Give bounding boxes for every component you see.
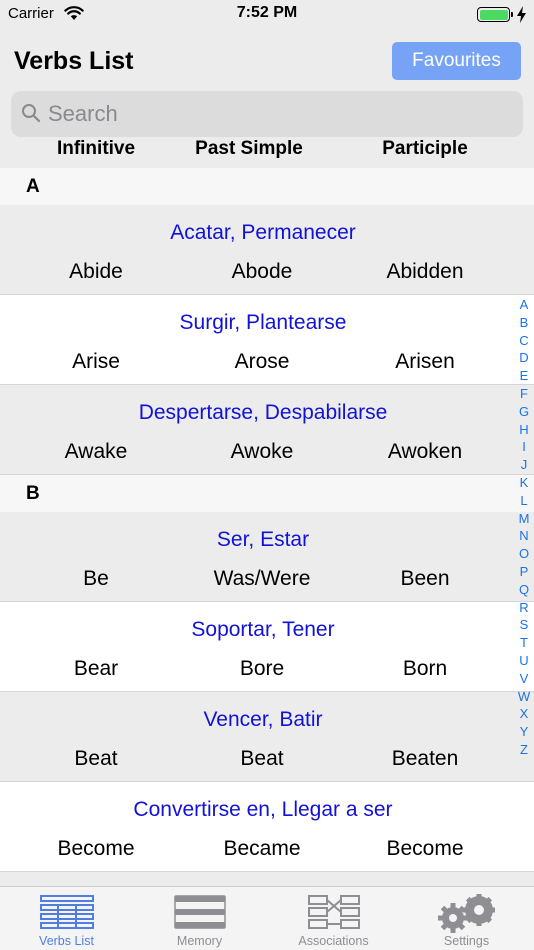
status-bar: Carrier 7:52 PM bbox=[0, 0, 534, 30]
battery-icon bbox=[477, 7, 513, 22]
tab-label: Verbs List bbox=[39, 934, 94, 948]
verb-participle: Awoken bbox=[387, 440, 463, 463]
section-index-letter[interactable]: S bbox=[513, 616, 534, 634]
associations-icon bbox=[267, 894, 400, 930]
memory-icon bbox=[133, 894, 266, 930]
verb-participle: Abidden bbox=[386, 260, 464, 283]
section-index-letter[interactable]: F bbox=[513, 385, 534, 403]
tab-verbs-list[interactable]: Verbs List bbox=[0, 887, 133, 950]
search-input[interactable]: Search bbox=[48, 101, 118, 127]
section-index-letter[interactable]: D bbox=[513, 349, 534, 367]
gears-icon bbox=[400, 894, 533, 934]
section-index-letter[interactable]: H bbox=[513, 421, 534, 439]
verb-row[interactable]: Despertarse, Despabilarse Awake Awoke Aw… bbox=[0, 385, 534, 475]
verb-meaning: Acatar, Permanecer bbox=[170, 221, 356, 244]
section-index-letter[interactable]: K bbox=[513, 474, 534, 492]
section-index-letter[interactable]: J bbox=[513, 456, 534, 474]
section-index-letter[interactable]: T bbox=[513, 634, 534, 652]
section-index-letter[interactable]: Y bbox=[513, 723, 534, 741]
verb-row[interactable]: Ser, Estar Be Was/Were Been bbox=[0, 512, 534, 602]
section-index-letter[interactable]: G bbox=[513, 403, 534, 421]
search-bar[interactable]: Search bbox=[11, 91, 523, 137]
section-letter: A bbox=[26, 176, 40, 197]
clock-time: 7:52 PM bbox=[236, 4, 298, 21]
verb-participle: Born bbox=[402, 657, 448, 680]
section-index-letter[interactable]: X bbox=[513, 705, 534, 723]
section-index-letter[interactable]: C bbox=[513, 332, 534, 350]
tab-label: Associations bbox=[298, 934, 369, 948]
verb-row[interactable]: Acatar, Permanecer Abide Abode Abidden bbox=[0, 205, 534, 295]
section-index-letter[interactable]: E bbox=[513, 367, 534, 385]
tab-associations[interactable]: Associations bbox=[267, 887, 400, 950]
column-header-past-simple: Past Simple bbox=[195, 138, 303, 159]
section-letter: B bbox=[26, 483, 40, 504]
section-header-a: A bbox=[0, 168, 534, 205]
section-index-letter[interactable]: W bbox=[513, 688, 534, 706]
verb-meaning: Surgir, Plantearse bbox=[179, 311, 347, 334]
verb-row[interactable]: Surgir, Plantearse Arise Arose Arisen bbox=[0, 295, 534, 385]
section-index-letter[interactable]: N bbox=[513, 527, 534, 545]
tab-label: Memory bbox=[176, 934, 223, 948]
section-index-letter[interactable]: M bbox=[513, 510, 534, 528]
verb-meaning: Vencer, Batir bbox=[203, 708, 323, 731]
page-title: Verbs List bbox=[14, 47, 134, 75]
navigation-header: Verbs List Favourites Search Infinitive … bbox=[0, 30, 534, 168]
section-index-letter[interactable]: O bbox=[513, 545, 534, 563]
verb-row[interactable]: Vencer, Batir Beat Beat Beaten bbox=[0, 692, 534, 782]
list-icon bbox=[0, 894, 133, 930]
verb-meaning: Convertirse en, Llegar a ser bbox=[133, 798, 393, 821]
section-header-b: B bbox=[0, 475, 534, 512]
section-index-letter[interactable]: R bbox=[513, 599, 534, 617]
charging-icon bbox=[517, 6, 526, 28]
verb-row[interactable]: Convertirse en, Llegar a ser Become Beca… bbox=[0, 782, 534, 872]
section-index-letter[interactable]: B bbox=[513, 314, 534, 332]
verb-row-partial[interactable] bbox=[0, 872, 534, 886]
verb-row[interactable]: Soportar, Tener Bear Bore Born bbox=[0, 602, 534, 692]
section-index-letter[interactable]: I bbox=[513, 438, 534, 456]
tab-memory[interactable]: Memory bbox=[133, 887, 266, 950]
verb-meaning: Despertarse, Despabilarse bbox=[138, 401, 388, 424]
verb-participle: Beaten bbox=[391, 747, 459, 770]
verb-list[interactable]: A Acatar, Permanecer Abide Abode Abidden… bbox=[0, 168, 534, 886]
tab-label: Settings bbox=[443, 934, 490, 948]
section-index-letter[interactable]: Q bbox=[513, 581, 534, 599]
verb-participle: Arisen bbox=[395, 350, 455, 373]
verb-participle: Become bbox=[386, 837, 464, 860]
verb-participle: Been bbox=[400, 567, 450, 590]
section-index-letter[interactable]: L bbox=[513, 492, 534, 510]
search-icon bbox=[21, 103, 41, 128]
section-index-letter[interactable]: Z bbox=[513, 741, 534, 759]
column-headers: Infinitive Past Simple Participle bbox=[0, 138, 534, 168]
verb-meaning: Soportar, Tener bbox=[191, 618, 335, 641]
section-index-letter[interactable]: V bbox=[513, 670, 534, 688]
tab-settings[interactable]: Settings bbox=[400, 887, 533, 950]
tab-bar: Verbs List Memory Associations Settings bbox=[0, 886, 534, 950]
column-header-participle: Participle bbox=[382, 138, 468, 159]
section-index[interactable]: ABCDEFGHIJKLMNOPQRSTUVWXYZ bbox=[513, 296, 534, 759]
verb-meaning: Ser, Estar bbox=[216, 528, 310, 551]
section-index-letter[interactable]: P bbox=[513, 563, 534, 581]
section-index-letter[interactable]: U bbox=[513, 652, 534, 670]
section-index-letter[interactable]: A bbox=[513, 296, 534, 314]
favourites-button[interactable]: Favourites bbox=[392, 42, 521, 80]
